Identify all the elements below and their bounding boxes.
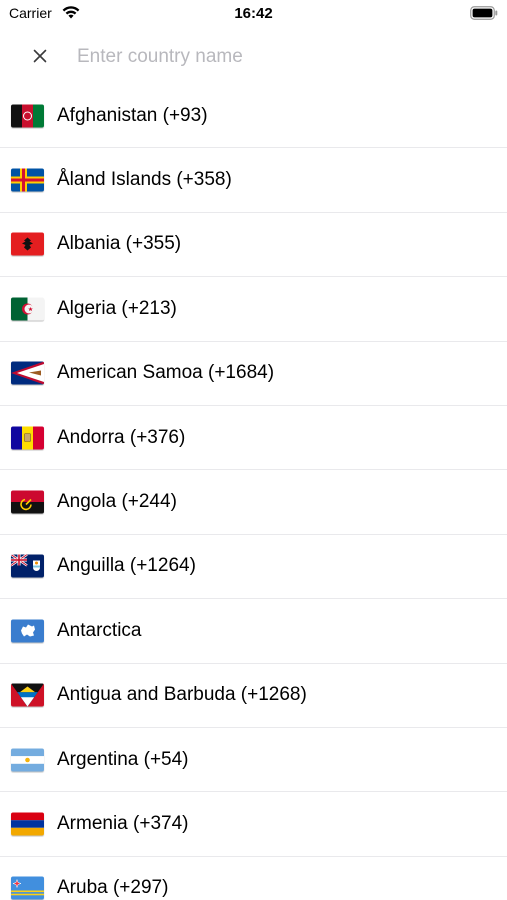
list-item-armenia[interactable]: Armenia (+374) <box>0 792 507 857</box>
country-label: Afghanistan (+93) <box>57 104 208 126</box>
country-search-input[interactable] <box>77 42 477 72</box>
list-item-albania[interactable]: Albania (+355) <box>0 213 507 278</box>
flag-angola-icon <box>11 490 44 514</box>
country-label: Antigua and Barbuda (+1268) <box>57 684 307 706</box>
status-time: 16:42 <box>234 5 273 22</box>
list-item-american-samoa[interactable]: American Samoa (+1684) <box>0 342 507 406</box>
list-item-afghanistan[interactable]: Afghanistan (+93) <box>0 84 507 149</box>
flag-albania-icon <box>11 232 44 256</box>
flag-afghanistan-icon <box>11 104 44 128</box>
list-item-argentina[interactable]: Argentina (+54) <box>0 728 507 793</box>
list-item-angola[interactable]: Angola (+244) <box>0 470 507 535</box>
country-label: Albania (+355) <box>57 233 182 255</box>
list-item-antarctica[interactable]: Antarctica <box>0 599 507 664</box>
flag-aruba-icon <box>11 876 44 900</box>
battery-icon <box>470 6 498 20</box>
country-list[interactable]: Afghanistan (+93) Åland Islands (+358) A… <box>0 84 507 900</box>
flag-argentina-icon <box>11 748 44 772</box>
country-label: Åland Islands (+358) <box>57 169 232 191</box>
country-label: Algeria (+213) <box>57 297 177 319</box>
flag-aland-islands-icon <box>11 168 44 192</box>
flag-anguilla-icon <box>11 554 44 578</box>
country-label: Argentina (+54) <box>57 748 189 770</box>
status-bar: Carrier 16:42 <box>0 0 507 30</box>
flag-antarctica-icon <box>11 619 44 643</box>
country-label: Armenia (+374) <box>57 812 189 834</box>
list-item-antigua-barbuda[interactable]: Antigua and Barbuda (+1268) <box>0 664 507 728</box>
list-item-andorra[interactable]: Andorra (+376) <box>0 406 507 471</box>
country-label: Antarctica <box>57 619 142 641</box>
flag-algeria-icon <box>11 297 44 321</box>
list-item-aland-islands[interactable]: Åland Islands (+358) <box>0 148 507 213</box>
flag-andorra-icon <box>11 426 44 450</box>
flag-armenia-icon <box>11 812 44 836</box>
list-item-aruba[interactable]: Aruba (+297) <box>0 857 507 900</box>
close-button[interactable] <box>24 42 56 74</box>
country-label: Anguilla (+1264) <box>57 555 196 577</box>
close-icon <box>33 49 47 68</box>
flag-antigua-barbuda-icon <box>11 683 44 707</box>
list-item-algeria[interactable]: Algeria (+213) <box>0 277 507 342</box>
country-label: American Samoa (+1684) <box>57 362 275 384</box>
list-item-anguilla[interactable]: Anguilla (+1264) <box>0 535 507 600</box>
country-label: Aruba (+297) <box>57 877 169 899</box>
country-label: Angola (+244) <box>57 491 177 513</box>
flag-american-samoa-icon <box>11 361 44 385</box>
country-label: Andorra (+376) <box>57 426 186 448</box>
search-header <box>0 34 507 82</box>
